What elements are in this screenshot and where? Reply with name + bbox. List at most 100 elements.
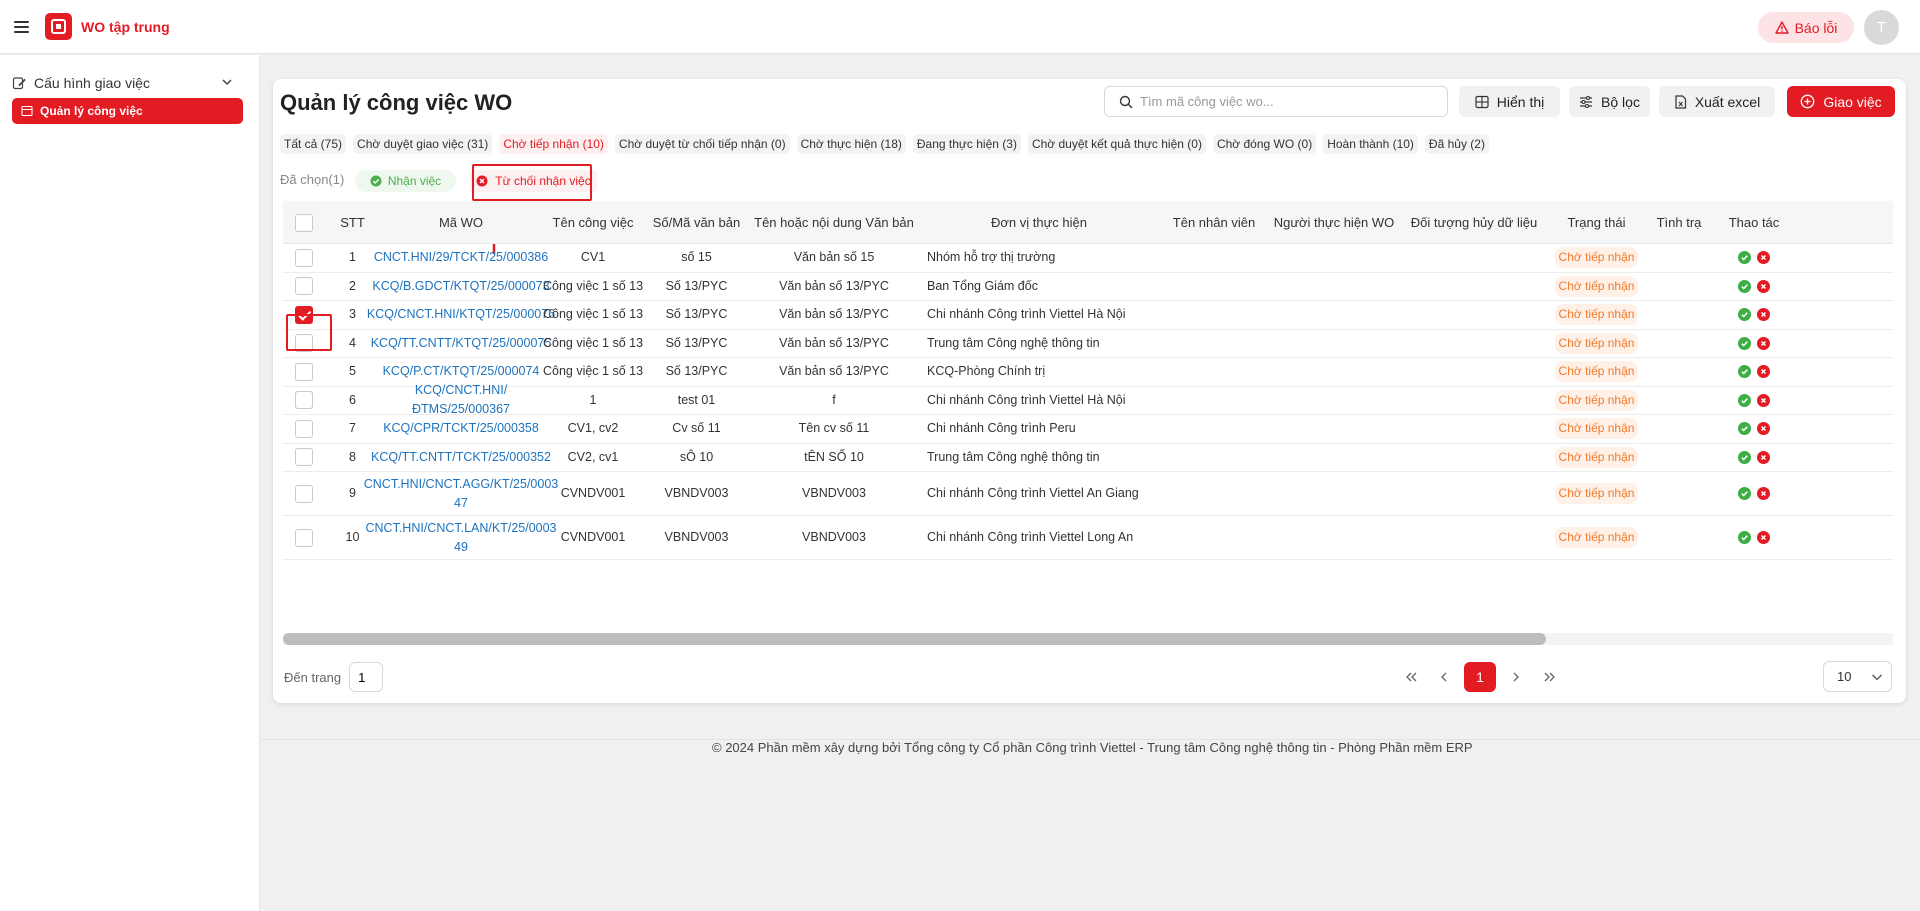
row-unit: Chi nhánh Công trình Peru bbox=[927, 421, 1076, 436]
table-row[interactable]: 9 CNCT.HNI/CNCT.AGG/KT/25/0003 47 CVNDV001 V… bbox=[283, 472, 1893, 516]
row-wo-code[interactable]: CNCT.HNI/29/TCKT/25/000386 bbox=[374, 244, 548, 272]
select-all-checkbox[interactable] bbox=[295, 213, 313, 232]
menu-icon[interactable] bbox=[14, 16, 36, 38]
row-wo-code[interactable]: KCQ/B.GDCT/KTQT/25/000073 bbox=[372, 273, 549, 301]
column-header[interactable]: Trạng thái bbox=[1549, 201, 1644, 244]
row-job-name: CV1 bbox=[580, 250, 606, 265]
filter-button[interactable]: Bộ lọc bbox=[1569, 86, 1650, 117]
table-row[interactable]: 3 KCQ/CNCT.HNI/KTQT/25/000076 Công việc 1 … bbox=[283, 301, 1893, 330]
reject-row-icon[interactable] bbox=[1757, 279, 1770, 293]
reject-job-button[interactable]: Từ chối nhận việc bbox=[470, 170, 597, 192]
row-checkbox[interactable] bbox=[295, 248, 313, 267]
tab-5[interactable]: Đang thực hiện (3) bbox=[912, 134, 1021, 154]
column-header[interactable]: Số/Mã văn bản bbox=[644, 201, 749, 244]
wo-code-line-1[interactable]: CNCT.HNI/CNCT.AGG/KT/25/0003 bbox=[364, 475, 559, 494]
column-header[interactable]: Đối tượng hủy dữ liệu bbox=[1399, 201, 1549, 244]
status-badge: Chờ tiếp nhận bbox=[1554, 247, 1639, 269]
table-row[interactable]: 10 CNCT.HNI/CNCT.LAN/KT/25/0003 49 CVNDV001… bbox=[283, 516, 1893, 560]
column-header[interactable]: Tình trạ bbox=[1644, 201, 1714, 244]
row-wo-code[interactable]: KCQ/CNCT.HNI/KTQT/25/000076 bbox=[367, 301, 555, 329]
last-page-button[interactable] bbox=[1539, 662, 1561, 692]
accept-row-icon[interactable] bbox=[1738, 251, 1751, 265]
reject-row-icon[interactable] bbox=[1757, 487, 1770, 500]
search-input[interactable] bbox=[1140, 94, 1430, 109]
reject-row-icon[interactable] bbox=[1757, 450, 1770, 464]
accept-row-icon[interactable] bbox=[1738, 365, 1751, 379]
accept-row-icon[interactable] bbox=[1738, 422, 1751, 436]
accept-job-button[interactable]: Nhận việc bbox=[355, 170, 456, 192]
page-1-button[interactable]: 1 bbox=[1464, 662, 1496, 692]
tab-1[interactable]: Chờ duyệt giao việc (31) bbox=[353, 134, 493, 154]
row-job-name: Công việc 1 số 13 bbox=[542, 364, 644, 379]
accept-row-icon[interactable] bbox=[1738, 279, 1751, 293]
reject-row-icon[interactable] bbox=[1757, 308, 1770, 322]
row-wo-code[interactable]: KCQ/CNCT.HNI/ĐTMS/25/000367 bbox=[380, 383, 542, 416]
tab-0[interactable]: Tất cả (75) bbox=[280, 134, 347, 154]
table-row[interactable]: 4 KCQ/TT.CNTT/KTQT/25/000075 Công việc 1 s… bbox=[283, 330, 1893, 358]
export-excel-button[interactable]: Xuất excel bbox=[1659, 86, 1775, 117]
column-header[interactable]: Người thực hiện WO bbox=[1269, 201, 1399, 244]
tab-6[interactable]: Chờ duyệt kết quả thực hiện (0) bbox=[1027, 134, 1206, 154]
row-checkbox[interactable] bbox=[295, 277, 313, 296]
tab-2[interactable]: Chờ tiếp nhận (10) bbox=[499, 134, 608, 154]
row-wo-code[interactable]: CNCT.HNI/CNCT.AGG/KT/25/0003 47 bbox=[364, 472, 559, 515]
tab-9[interactable]: Đã hủy (2) bbox=[1424, 134, 1489, 154]
row-checkbox[interactable] bbox=[295, 448, 313, 467]
accept-row-icon[interactable] bbox=[1738, 487, 1751, 500]
accept-row-icon[interactable] bbox=[1738, 393, 1751, 407]
column-header[interactable]: STT bbox=[325, 201, 380, 244]
table-row[interactable]: 1 CNCT.HNI/29/TCKT/25/000386 CV1 số 15 Văn b… bbox=[283, 244, 1893, 273]
tab-7[interactable]: Chờ đóng WO (0) bbox=[1212, 134, 1317, 154]
column-header[interactable]: Tên nhân viên bbox=[1159, 201, 1269, 244]
sidebar-item-job-management[interactable]: Quản lý công việc bbox=[12, 98, 243, 124]
table-row[interactable]: 7 KCQ/CPR/TCKT/25/000358 CV1, cv2 Cv số 11 T… bbox=[283, 415, 1893, 444]
row-checkbox[interactable] bbox=[295, 484, 313, 503]
page-size-select[interactable]: 10 bbox=[1823, 661, 1892, 692]
wo-code-line-2[interactable]: 47 bbox=[454, 494, 468, 513]
row-wo-code[interactable]: KCQ/TT.CNTT/TCKT/25/000352 bbox=[371, 444, 551, 472]
wo-code-line-1[interactable]: CNCT.HNI/CNCT.LAN/KT/25/0003 bbox=[365, 519, 556, 538]
tab-8[interactable]: Hoàn thành (10) bbox=[1323, 134, 1418, 154]
row-wo-code[interactable]: CNCT.HNI/CNCT.LAN/KT/25/0003 49 bbox=[365, 516, 556, 559]
reject-row-icon[interactable] bbox=[1757, 393, 1770, 407]
accept-row-icon[interactable] bbox=[1738, 531, 1751, 544]
row-checkbox[interactable] bbox=[295, 419, 313, 438]
sidebar-group-assign-config[interactable]: Cấu hình giao việc bbox=[12, 69, 242, 97]
avatar[interactable]: T bbox=[1864, 10, 1899, 45]
table-row[interactable]: 6 KCQ/CNCT.HNI/ĐTMS/25/000367 1 test 01 f Chi… bbox=[283, 383, 1893, 416]
column-header[interactable]: Đơn vị thực hiện bbox=[919, 201, 1159, 244]
column-header[interactable]: Tên công việc bbox=[542, 201, 644, 244]
prev-page-button[interactable] bbox=[1433, 662, 1455, 692]
row-checkbox[interactable] bbox=[295, 528, 313, 547]
report-error-button[interactable]: Báo lỗi bbox=[1758, 12, 1854, 43]
accept-row-icon[interactable] bbox=[1738, 450, 1751, 464]
table-row[interactable]: 2 KCQ/B.GDCT/KTQT/25/000073 Công việc 1 số… bbox=[283, 273, 1893, 301]
row-checkbox[interactable] bbox=[295, 334, 313, 353]
scrollbar-thumb[interactable] bbox=[283, 633, 1546, 645]
next-page-button[interactable] bbox=[1505, 662, 1527, 692]
column-header[interactable]: Thao tác bbox=[1714, 201, 1794, 244]
first-page-button[interactable] bbox=[1400, 662, 1422, 692]
row-wo-code[interactable]: KCQ/TT.CNTT/KTQT/25/000075 bbox=[371, 330, 552, 358]
accept-row-icon[interactable] bbox=[1738, 336, 1751, 350]
row-checkbox[interactable] bbox=[295, 391, 313, 410]
tab-3[interactable]: Chờ duyệt từ chối tiếp nhận (0) bbox=[614, 134, 790, 154]
reject-row-icon[interactable] bbox=[1757, 251, 1770, 265]
goto-page-input[interactable] bbox=[349, 662, 384, 692]
horizontal-scrollbar[interactable] bbox=[283, 633, 1893, 645]
reject-row-icon[interactable] bbox=[1757, 365, 1770, 379]
reject-row-icon[interactable] bbox=[1757, 422, 1770, 436]
row-checkbox[interactable] bbox=[295, 362, 313, 381]
reject-row-icon[interactable] bbox=[1757, 531, 1770, 544]
wo-code-line-2[interactable]: 49 bbox=[454, 538, 468, 557]
reject-row-icon[interactable] bbox=[1757, 336, 1770, 350]
row-checkbox[interactable] bbox=[295, 305, 313, 324]
display-button[interactable]: Hiển thị bbox=[1459, 86, 1560, 117]
tab-4[interactable]: Chờ thực hiện (18) bbox=[796, 134, 906, 154]
table-row[interactable]: 8 KCQ/TT.CNTT/TCKT/25/000352 CV2, cv1 sÔ 10… bbox=[283, 444, 1893, 472]
column-header[interactable]: Tên hoặc nội dung Văn bản bbox=[749, 201, 919, 244]
row-wo-code[interactable]: KCQ/CPR/TCKT/25/000358 bbox=[380, 415, 542, 443]
accept-row-icon[interactable] bbox=[1738, 308, 1751, 322]
assign-job-button[interactable]: Giao việc bbox=[1787, 86, 1895, 117]
column-header[interactable]: Mã WO bbox=[380, 201, 542, 244]
